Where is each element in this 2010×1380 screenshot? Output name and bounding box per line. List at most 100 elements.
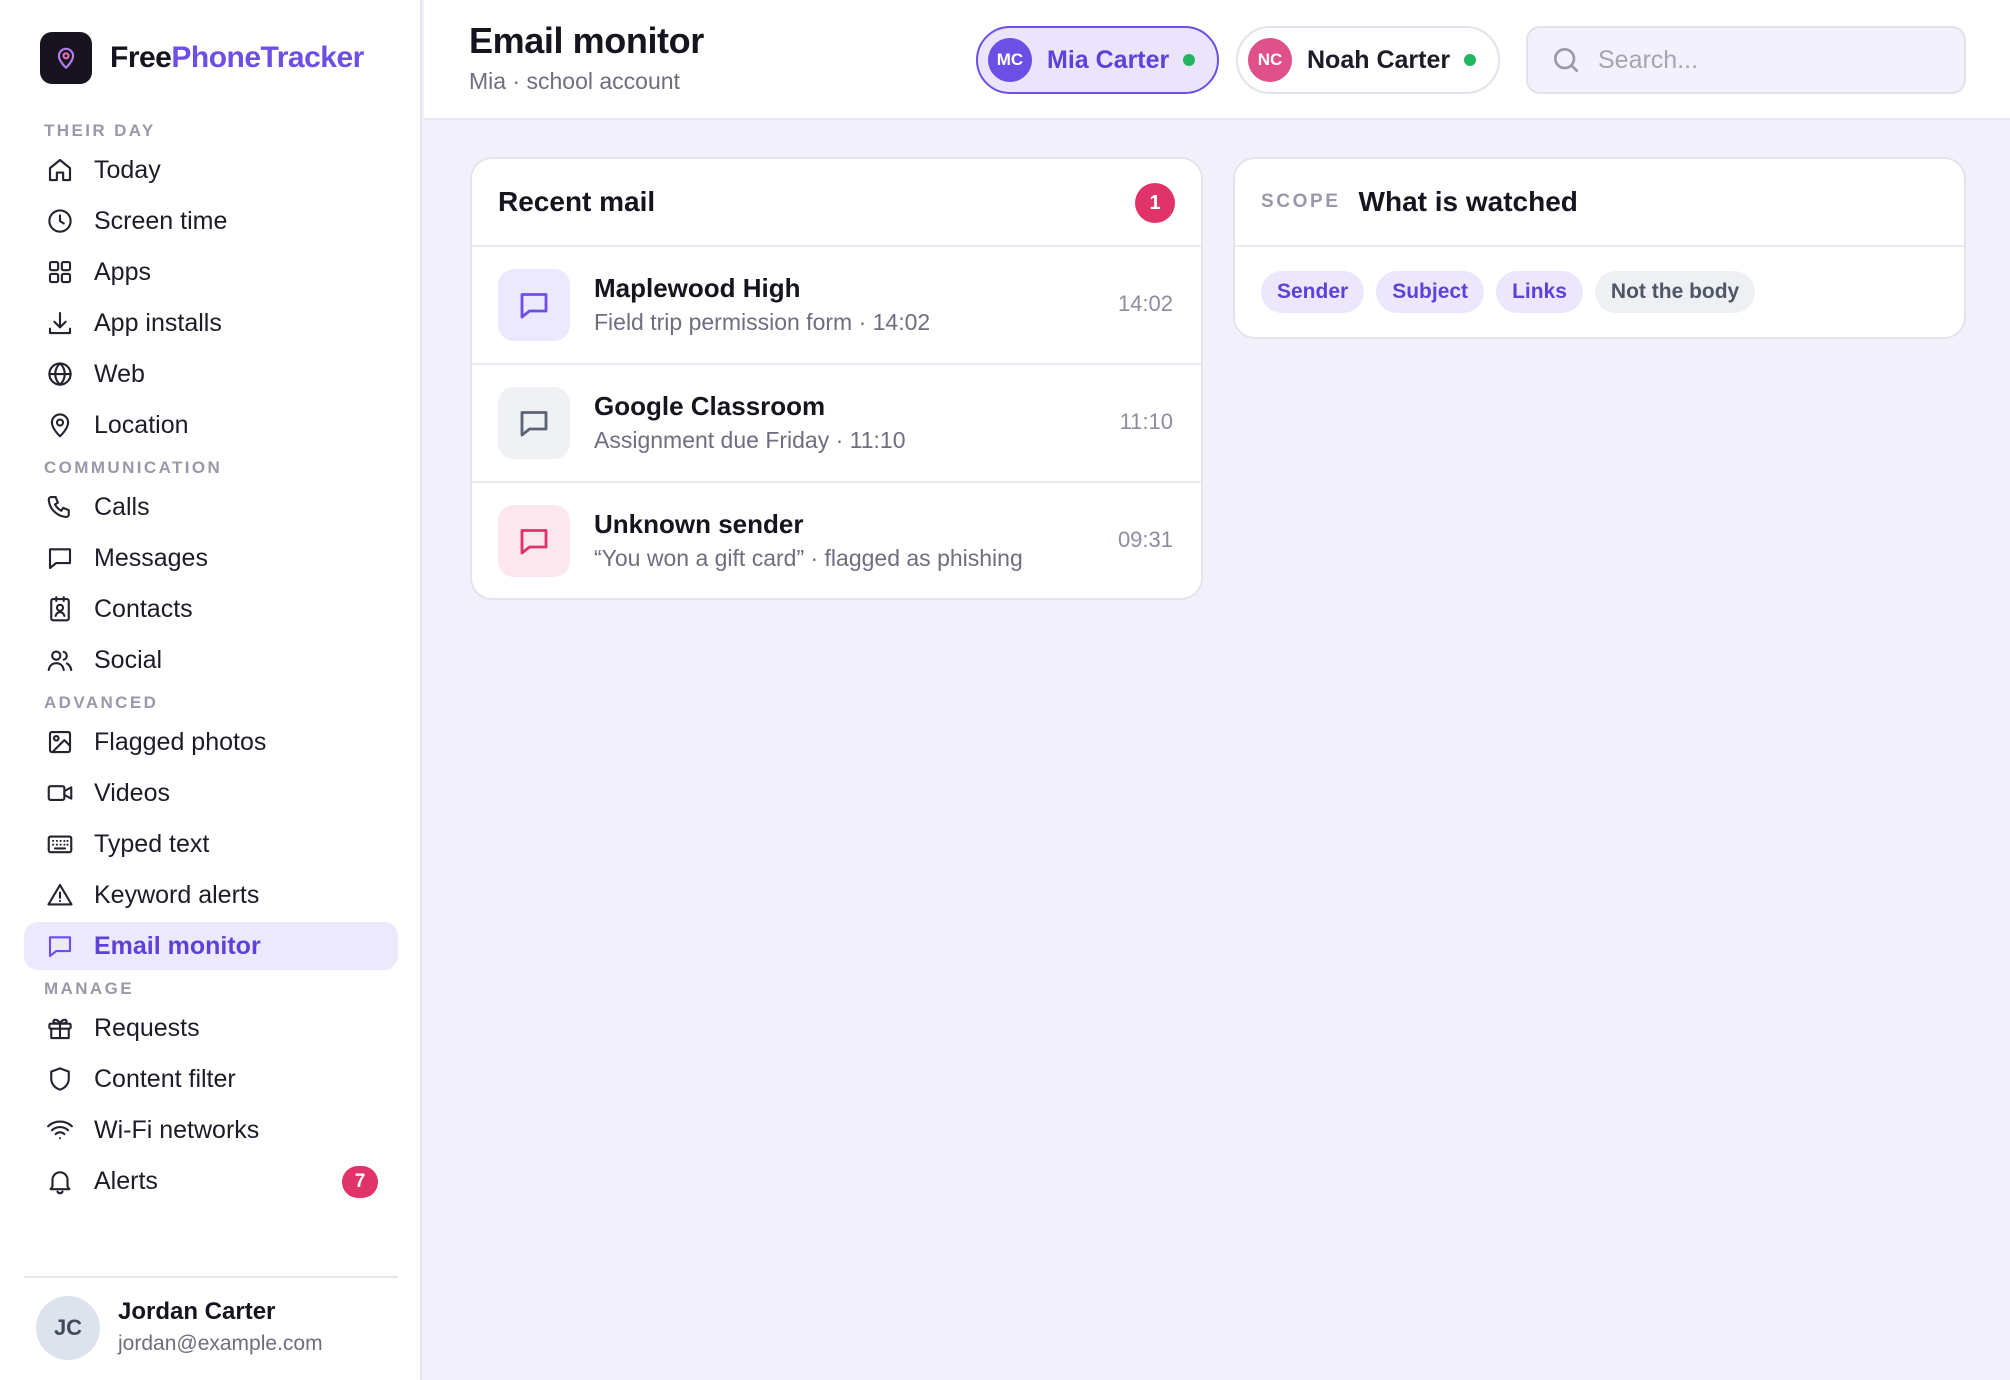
message-icon — [48, 548, 72, 570]
sidebar-item-label: Screen time — [94, 206, 228, 235]
nav-icon-wrap — [44, 542, 76, 574]
mail-row[interactable]: Google Classroom Assignment due Friday · … — [472, 365, 1201, 483]
brand-name-part2: PhoneTracker — [171, 41, 364, 74]
nav-icon-wrap — [44, 409, 76, 441]
mail-summary: Field trip permission form · 14:02 — [594, 309, 931, 335]
sidebar-item-screen-time[interactable]: Screen time — [24, 197, 398, 245]
nav-icon-wrap — [44, 879, 76, 911]
sidebar-item-today[interactable]: Today — [24, 146, 398, 194]
nav-icon-wrap — [44, 307, 76, 339]
avatar: JC — [36, 1296, 100, 1360]
nav-icon-wrap — [44, 726, 76, 758]
phone-icon — [47, 495, 70, 519]
search-box[interactable] — [1526, 26, 1966, 94]
sidebar-item-calls[interactable]: Calls — [24, 483, 398, 531]
mail-row[interactable]: Maplewood High Field trip permission form… — [472, 247, 1201, 365]
card-header: SCOPE What is watched — [1235, 159, 1964, 247]
page-subtitle: Mia · school account — [469, 68, 680, 94]
sidebar-item-email-monitor[interactable]: Email monitor — [24, 922, 398, 970]
message-icon — [48, 936, 72, 958]
sidebar-item-label: Web — [94, 359, 145, 388]
online-status-dot — [1183, 54, 1196, 66]
sidebar-item-location[interactable]: Location — [24, 401, 398, 449]
sidebar-item-contacts[interactable]: Contacts — [24, 585, 398, 633]
child-switch-mia[interactable]: MC Mia Carter — [976, 26, 1220, 94]
sidebar-item-label: Social — [94, 645, 163, 674]
card-title: What is watched — [1358, 186, 1578, 217]
nav-icon-wrap — [44, 644, 76, 676]
mail-row[interactable]: Unknown sender “You won a gift card” · fl… — [472, 483, 1201, 598]
sidebar-item-label: Wi-Fi networks — [94, 1115, 260, 1144]
sidebar-item-content-filter[interactable]: Content filter — [24, 1055, 398, 1103]
sidebar-item-typed-text[interactable]: Typed text — [24, 820, 398, 868]
contact-card-icon — [50, 596, 70, 622]
mail-icon-tile — [498, 505, 570, 577]
account-box[interactable]: JC Jordan Carter jordan@example.com — [24, 1276, 398, 1380]
nav-icon-wrap — [44, 205, 76, 237]
sidebar-item-label: Email monitor — [94, 931, 261, 960]
download-icon — [48, 311, 72, 335]
sidebar-item-apps[interactable]: Apps — [24, 248, 398, 296]
sidebar-item-label: Typed text — [94, 829, 210, 858]
mail-icon-tile — [498, 387, 570, 459]
nav-icon-wrap — [44, 1114, 76, 1146]
sidebar-item-web[interactable]: Web — [24, 350, 398, 398]
unread-count-badge: 1 — [1135, 183, 1175, 223]
sidebar-item-messages[interactable]: Messages — [24, 534, 398, 582]
scope-chip-subject: Subject — [1376, 271, 1485, 313]
brand[interactable]: FreePhoneTracker — [40, 32, 364, 84]
mail-sender: Unknown sender — [594, 509, 804, 539]
child-name: Noah Carter — [1307, 45, 1451, 74]
video-icon — [47, 785, 73, 801]
child-avatar: MC — [988, 38, 1032, 82]
bell-icon — [49, 1171, 71, 1195]
mail-list: Maplewood High Field trip permission form… — [472, 247, 1201, 598]
search-input[interactable] — [1598, 45, 1938, 75]
brand-name: FreePhoneTracker — [110, 41, 364, 75]
grid-icon — [48, 260, 72, 284]
nav-icon-wrap — [44, 154, 76, 186]
sidebar-item-videos[interactable]: Videos — [24, 769, 398, 817]
nav-icon-wrap — [44, 358, 76, 390]
brand-name-part1: Free — [110, 41, 172, 74]
sidebar-item-app-installs[interactable]: App installs — [24, 299, 398, 347]
sidebar-item-label: Videos — [94, 778, 170, 807]
keyboard-icon — [47, 835, 73, 854]
message-icon — [520, 529, 548, 555]
sidebar-item-social[interactable]: Social — [24, 636, 398, 684]
alerts-count-badge: 7 — [342, 1166, 378, 1198]
sidebar-item-wi-fi-networks[interactable]: Wi-Fi networks — [24, 1106, 398, 1154]
mail-summary: “You won a gift card” · flagged as phish… — [594, 545, 1023, 571]
sidebar-item-label: Calls — [94, 492, 150, 521]
map-pin-icon — [57, 47, 75, 69]
search-icon — [1554, 48, 1578, 72]
card-kicker: SCOPE — [1261, 191, 1341, 212]
mail-summary: Assignment due Friday · 11:10 — [594, 427, 906, 453]
online-status-dot — [1464, 54, 1477, 66]
top-header: Email monitor Mia · school account MC Mi… — [424, 0, 2010, 120]
sidebar-item-keyword-alerts[interactable]: Keyword alerts — [24, 871, 398, 919]
nav-icon-wrap — [44, 930, 76, 962]
card-header: Recent mail 1 — [472, 159, 1201, 247]
account-email: jordan@example.com — [118, 1332, 323, 1355]
mail-sender: Maplewood High — [594, 273, 801, 303]
account-name: Jordan Carter — [118, 1298, 276, 1325]
sidebar-item-alerts[interactable]: Alerts 7 — [24, 1157, 398, 1205]
sidebar-item-flagged-photos[interactable]: Flagged photos — [24, 718, 398, 766]
sidebar-item-label: Today — [94, 155, 161, 184]
child-avatar: NC — [1248, 38, 1292, 82]
warning-icon — [47, 883, 73, 906]
users-icon — [47, 650, 73, 672]
scope-chip-not-the-body: Not the body — [1594, 271, 1756, 313]
mail-sender: Google Classroom — [594, 391, 826, 421]
child-switch-noah[interactable]: NC Noah Carter — [1236, 26, 1501, 94]
sidebar-item-requests[interactable]: Requests — [24, 1004, 398, 1052]
nav-section-title: COMMUNICATION — [44, 458, 223, 477]
sidebar-item-label: App installs — [94, 308, 222, 337]
nav-section-title: ADVANCED — [44, 693, 159, 712]
home-icon — [48, 158, 72, 182]
globe-icon — [48, 362, 72, 386]
mail-time: 14:02 — [1117, 291, 1173, 316]
sidebar-item-label: Flagged photos — [94, 727, 267, 756]
mail-icon-tile — [498, 269, 570, 341]
